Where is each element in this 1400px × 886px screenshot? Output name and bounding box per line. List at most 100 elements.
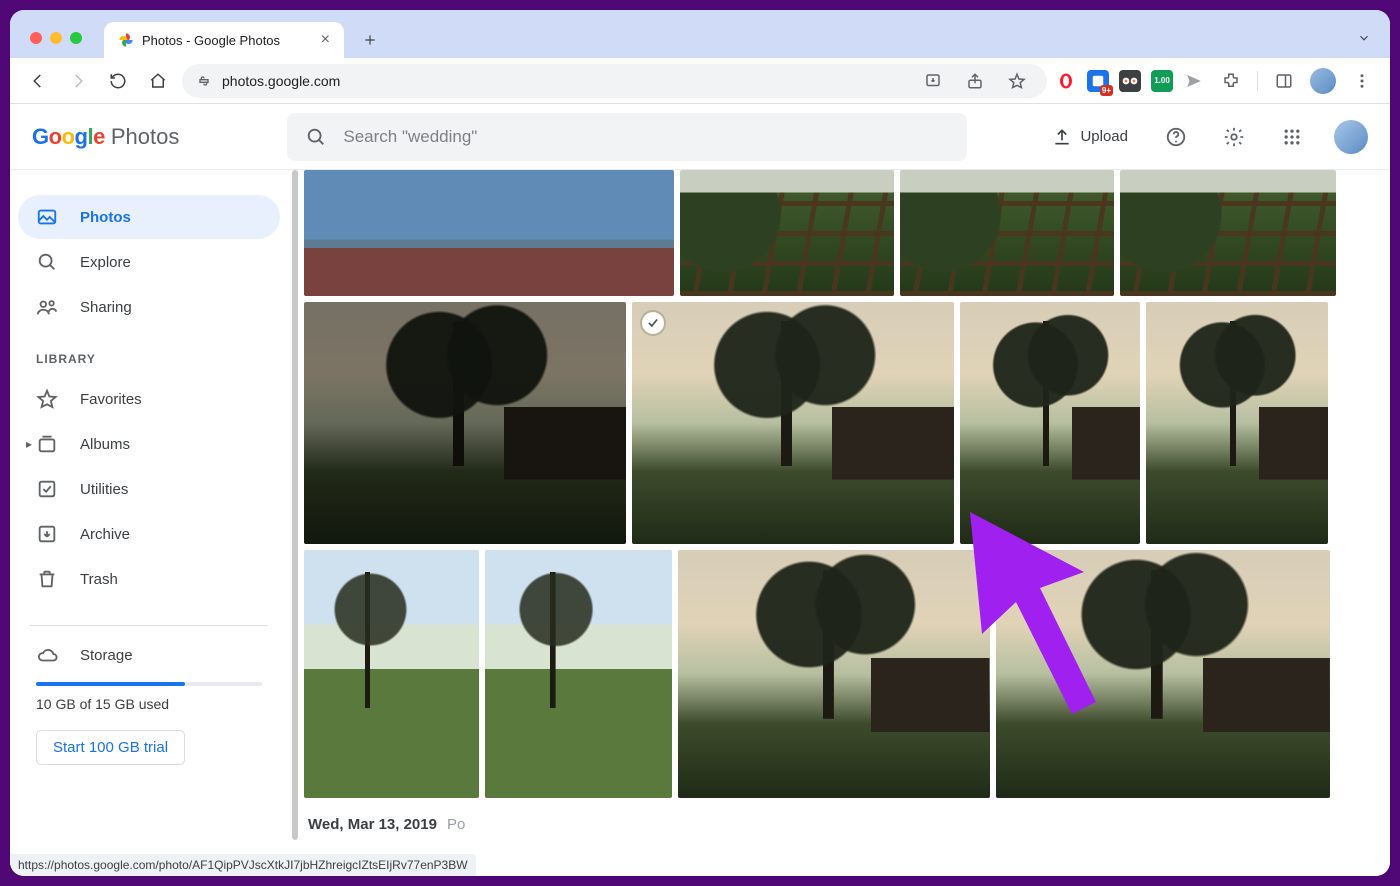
nav-forward-button[interactable] bbox=[62, 65, 94, 97]
albums-icon bbox=[36, 433, 58, 455]
storage-upgrade-button[interactable]: Start 100 GB trial bbox=[36, 730, 185, 765]
tab-close-button[interactable]: × bbox=[321, 31, 330, 49]
sidebar-section-library: LIBRARY bbox=[18, 330, 280, 376]
photo-thumbnail[interactable] bbox=[1146, 302, 1328, 544]
sidebar-scrollbar[interactable] bbox=[292, 170, 300, 876]
search-box[interactable] bbox=[287, 113, 967, 161]
trash-icon bbox=[36, 568, 58, 590]
browser-toolbar: photos.google.com 9+ bbox=[10, 58, 1390, 104]
nav-home-button[interactable] bbox=[142, 65, 174, 97]
window-close-button[interactable] bbox=[30, 32, 42, 44]
extension-send-icon[interactable] bbox=[1183, 70, 1205, 92]
google-photos-logo[interactable]: Google Photos bbox=[32, 124, 179, 150]
sidebar-item-label: Albums bbox=[80, 436, 130, 453]
photo-thumbnail[interactable] bbox=[960, 302, 1140, 544]
photo-thumbnail[interactable] bbox=[304, 302, 626, 544]
help-button[interactable] bbox=[1156, 117, 1196, 157]
sidebar-item-photos[interactable]: Photos bbox=[18, 195, 280, 239]
photo-thumbnail[interactable] bbox=[485, 550, 672, 798]
sidebar-item-label: Favorites bbox=[80, 391, 142, 408]
extensions-menu-icon[interactable] bbox=[1215, 65, 1247, 97]
storage-label: Storage bbox=[80, 647, 133, 664]
sidebar-item-favorites[interactable]: Favorites bbox=[18, 377, 280, 421]
expand-caret-icon[interactable]: ▸ bbox=[26, 437, 32, 451]
extension-badge-icon[interactable]: 9+ bbox=[1087, 70, 1109, 92]
settings-button[interactable] bbox=[1214, 117, 1254, 157]
browser-tab[interactable]: Photos - Google Photos × bbox=[104, 22, 344, 58]
search-icon bbox=[305, 126, 327, 148]
google-photos-favicon bbox=[118, 32, 134, 48]
install-app-icon[interactable] bbox=[917, 65, 949, 97]
sidebar-divider bbox=[30, 625, 268, 626]
archive-icon bbox=[36, 523, 58, 545]
sidebar-item-label: Trash bbox=[80, 571, 118, 588]
status-bar: https://photos.google.com/photo/AF1QipPV… bbox=[10, 854, 476, 876]
storage-progress-bar bbox=[36, 682, 262, 686]
tab-strip: Photos - Google Photos × bbox=[10, 10, 1390, 58]
cloud-icon bbox=[36, 644, 58, 666]
storage-widget[interactable]: Storage 10 GB of 15 GB used Start 100 GB… bbox=[18, 630, 280, 765]
sidebar-item-utilities[interactable]: Utilities bbox=[18, 467, 280, 511]
sidebar-item-explore[interactable]: Explore bbox=[18, 240, 280, 284]
sidebar-item-label: Sharing bbox=[80, 299, 132, 316]
profile-avatar[interactable] bbox=[1310, 68, 1336, 94]
window-maximize-button[interactable] bbox=[70, 32, 82, 44]
logo-product-name: Photos bbox=[111, 124, 180, 150]
sidebar-item-label: Photos bbox=[80, 209, 131, 226]
storage-used-text: 10 GB of 15 GB used bbox=[36, 696, 262, 712]
extension-badge-count: 9+ bbox=[1100, 85, 1113, 96]
status-bar-url: https://photos.google.com/photo/AF1QipPV… bbox=[18, 858, 468, 872]
nav-reload-button[interactable] bbox=[102, 65, 134, 97]
search-input[interactable] bbox=[341, 126, 949, 148]
window-minimize-button[interactable] bbox=[50, 32, 62, 44]
nav-back-button[interactable] bbox=[22, 65, 54, 97]
extensions-area: 9+ 1.00 bbox=[1055, 65, 1378, 97]
address-bar[interactable]: photos.google.com bbox=[182, 64, 1047, 98]
photo-grid[interactable]: Wed, Mar 13, 2019 Po bbox=[300, 170, 1390, 876]
new-tab-button[interactable] bbox=[356, 26, 384, 54]
window-controls[interactable] bbox=[30, 32, 82, 44]
search-icon bbox=[36, 251, 58, 273]
browser-menu-icon[interactable] bbox=[1346, 65, 1378, 97]
date-sub-text: Po bbox=[447, 816, 465, 833]
photo-thumbnail[interactable] bbox=[678, 550, 990, 798]
photo-thumbnail[interactable] bbox=[900, 170, 1114, 296]
app-body: Photos Explore Sharing LIBRARY Favorites… bbox=[10, 170, 1390, 876]
photo-thumbnail[interactable] bbox=[632, 302, 954, 544]
side-panel-icon[interactable] bbox=[1268, 65, 1300, 97]
photo-thumbnail[interactable] bbox=[680, 170, 894, 296]
sidebar-item-sharing[interactable]: Sharing bbox=[18, 285, 280, 329]
site-info-icon[interactable] bbox=[196, 73, 212, 89]
extension-opera-icon[interactable] bbox=[1055, 70, 1077, 92]
sidebar-item-label: Utilities bbox=[80, 481, 128, 498]
photo-thumbnail[interactable] bbox=[304, 170, 674, 296]
google-photos-app: Google Photos Upload bbox=[10, 104, 1390, 876]
share-icon[interactable] bbox=[959, 65, 991, 97]
tab-overflow-button[interactable] bbox=[1350, 24, 1378, 52]
sidebar: Photos Explore Sharing LIBRARY Favorites… bbox=[10, 170, 292, 876]
photo-thumbnail[interactable] bbox=[304, 550, 479, 798]
date-header: Wed, Mar 13, 2019 Po bbox=[304, 804, 1382, 833]
extension-rate-icon[interactable]: 1.00 bbox=[1151, 70, 1173, 92]
star-icon bbox=[36, 388, 58, 410]
google-apps-button[interactable] bbox=[1272, 117, 1312, 157]
photo-thumbnail[interactable] bbox=[1120, 170, 1336, 296]
sidebar-item-albums[interactable]: ▸ Albums bbox=[18, 422, 280, 466]
sidebar-item-label: Explore bbox=[80, 254, 131, 271]
sidebar-item-archive[interactable]: Archive bbox=[18, 512, 280, 556]
browser-window: Photos - Google Photos × photos.googl bbox=[10, 10, 1390, 876]
upload-button[interactable]: Upload bbox=[1042, 121, 1138, 153]
tab-title: Photos - Google Photos bbox=[142, 33, 280, 48]
upload-icon bbox=[1052, 127, 1072, 147]
address-bar-url: photos.google.com bbox=[222, 73, 340, 89]
account-avatar[interactable] bbox=[1334, 120, 1368, 154]
photo-thumbnail[interactable] bbox=[996, 550, 1330, 798]
extension-goggles-icon[interactable] bbox=[1119, 70, 1141, 92]
utilities-icon bbox=[36, 478, 58, 500]
photo-select-checkbox[interactable] bbox=[642, 312, 664, 334]
sidebar-item-trash[interactable]: Trash bbox=[18, 557, 280, 601]
photos-icon bbox=[36, 206, 58, 228]
upload-label: Upload bbox=[1080, 128, 1128, 145]
app-header: Google Photos Upload bbox=[10, 104, 1390, 170]
bookmark-icon[interactable] bbox=[1001, 65, 1033, 97]
